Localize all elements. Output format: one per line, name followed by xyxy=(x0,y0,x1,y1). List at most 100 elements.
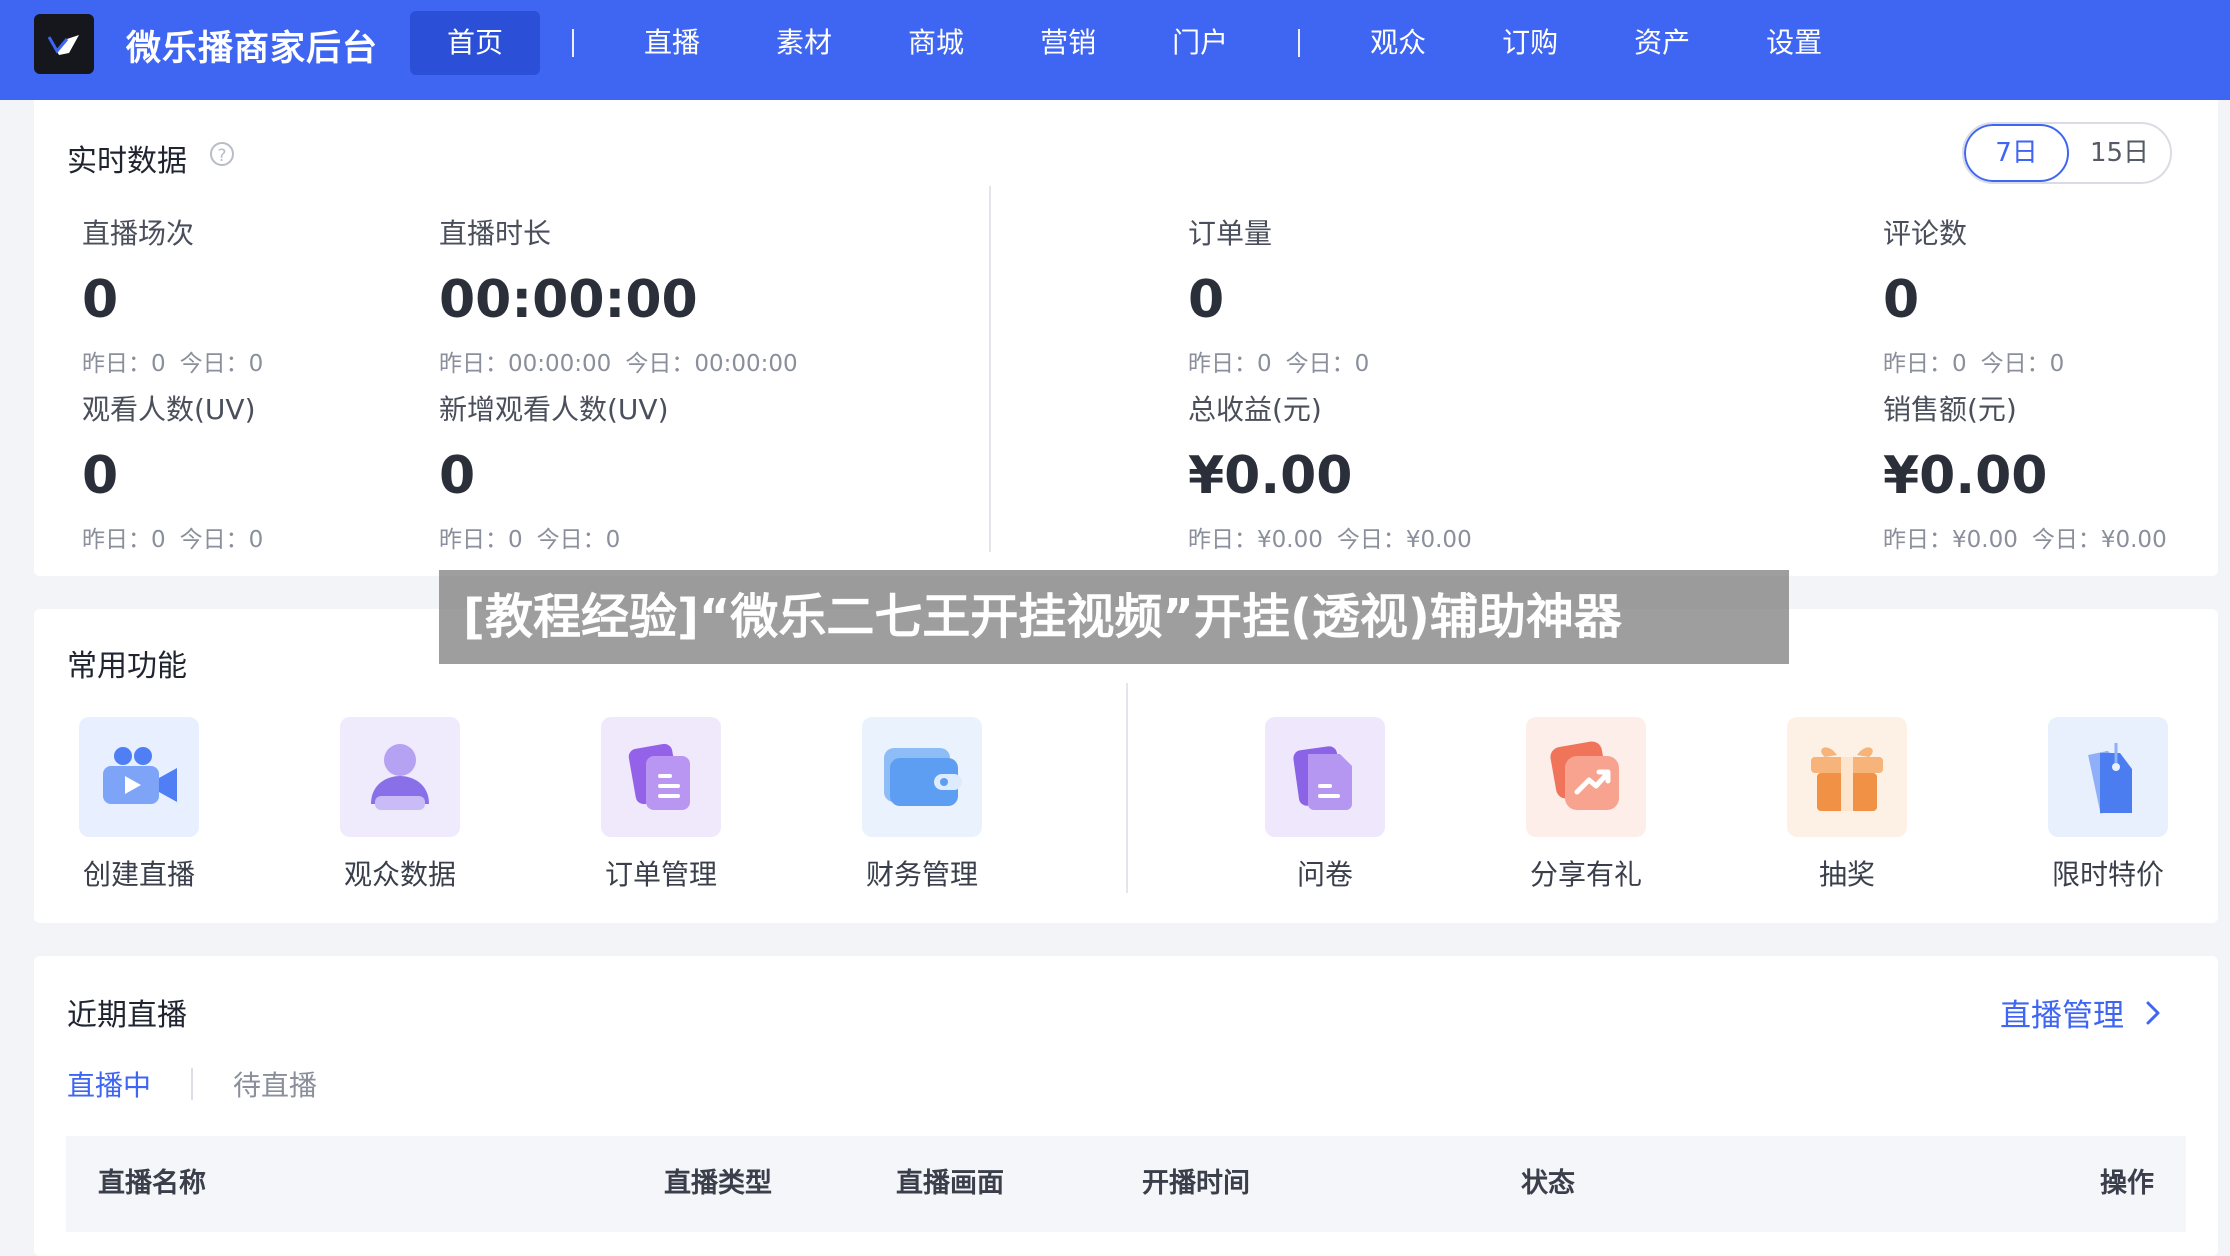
func-audience-data[interactable]: 观众数据 xyxy=(315,717,485,893)
live-status-tabs: 直播中 待直播 xyxy=(67,1064,317,1104)
banner-text: [教程经验]“微乐二七王开挂视频”开挂(透视)辅助神器 xyxy=(463,589,1622,645)
stat-today: 今日：00:00:00 xyxy=(625,351,798,377)
func-finance-management[interactable]: 财务管理 xyxy=(837,717,1007,893)
nav-mall[interactable]: 商城 xyxy=(870,11,1002,75)
live-management-label: 直播管理 xyxy=(2000,998,2124,1034)
brand-title: 微乐播商家后台 xyxy=(126,29,379,69)
wallet-icon xyxy=(862,717,982,837)
func-create-live[interactable]: 创建直播 xyxy=(54,717,224,893)
overlay-banner: [教程经验]“微乐二七王开挂视频”开挂(透视)辅助神器 xyxy=(439,570,1789,664)
func-label: 问卷 xyxy=(1296,858,1353,891)
stat-yesterday: 昨日：0 xyxy=(1883,351,1967,377)
func-label: 创建直播 xyxy=(82,858,195,891)
stat-total-revenue: 总收益(元) ¥0.00 昨日：¥0.00 今日：¥0.00 xyxy=(1188,388,1472,554)
stats-divider xyxy=(989,186,991,552)
stat-new-viewers-uv: 新增观看人数(UV) 0 昨日：0 今日：0 xyxy=(439,388,669,554)
stat-compare: 昨日：00:00:00 今日：00:00:00 xyxy=(439,344,798,378)
nav-assets[interactable]: 资产 xyxy=(1596,11,1728,75)
share-trend-icon xyxy=(1526,717,1646,837)
price-tag-icon xyxy=(2048,717,2168,837)
column-live-screen: 直播画面 xyxy=(896,1168,1004,1199)
stat-label: 观看人数(UV) xyxy=(82,393,256,426)
realtime-data-card: 实时数据 ? 7日 15日 直播场次 0 昨日：0 今日：0 直播时长 00:00… xyxy=(34,100,2218,576)
nav-marketing[interactable]: 营销 xyxy=(1002,11,1134,75)
stat-compare: 昨日：0 今日：0 xyxy=(82,344,263,378)
realtime-title: 实时数据 xyxy=(67,144,187,179)
column-actions: 操作 xyxy=(2100,1168,2154,1199)
nav-separator xyxy=(572,29,575,57)
stat-today: 今日：¥0.00 xyxy=(1336,527,1472,553)
nav-settings[interactable]: 设置 xyxy=(1728,11,1860,75)
func-share-rewards[interactable]: 分享有礼 xyxy=(1501,717,1671,893)
stat-compare: 昨日：0 今日：0 xyxy=(82,520,263,554)
func-label: 观众数据 xyxy=(343,858,456,891)
stat-yesterday: 昨日：0 xyxy=(1188,351,1272,377)
stat-value: ¥0.00 xyxy=(1883,446,2048,506)
func-order-management[interactable]: 订单管理 xyxy=(576,717,746,893)
range-7-days-button[interactable]: 7日 xyxy=(1964,124,2069,182)
stat-label: 评论数 xyxy=(1883,217,1968,250)
stat-yesterday: 昨日：0 xyxy=(82,351,166,377)
stat-label: 总收益(元) xyxy=(1188,393,1322,426)
stat-compare: 昨日：¥0.00 今日：¥0.00 xyxy=(1188,520,1472,554)
stat-label: 直播场次 xyxy=(82,217,195,250)
help-icon[interactable]: ? xyxy=(210,142,234,166)
column-status: 状态 xyxy=(1521,1168,1575,1199)
nav-separator xyxy=(1298,29,1301,57)
stat-comment-count: 评论数 0 昨日：0 今日：0 xyxy=(1883,212,2064,378)
main-nav: 首页 直播 素材 商城 营销 门户 观众 订购 资产 设置 xyxy=(410,11,1860,75)
stat-yesterday: 昨日：¥0.00 xyxy=(1188,527,1323,553)
tab-separator xyxy=(191,1068,194,1100)
column-live-name: 直播名称 xyxy=(98,1168,206,1199)
stat-yesterday: 昨日：0 xyxy=(439,527,523,553)
nav-subscription[interactable]: 订购 xyxy=(1464,11,1596,75)
func-label: 财务管理 xyxy=(865,858,978,891)
func-label: 分享有礼 xyxy=(1529,858,1642,891)
func-label: 抽奖 xyxy=(1818,858,1875,891)
column-live-type: 直播类型 xyxy=(664,1168,772,1199)
func-flash-sale[interactable]: 限时特价 xyxy=(2023,717,2193,893)
stat-viewers-uv: 观看人数(UV) 0 昨日：0 今日：0 xyxy=(82,388,263,554)
stat-today: 今日：0 xyxy=(179,351,264,377)
nav-live[interactable]: 直播 xyxy=(606,11,738,75)
date-range-toggle: 7日 15日 xyxy=(1962,122,2172,184)
logo-mark-icon xyxy=(47,35,79,55)
order-doc-icon xyxy=(601,717,721,837)
stat-compare: 昨日：0 今日：0 xyxy=(1188,344,1369,378)
recent-live-title: 近期直播 xyxy=(67,998,187,1033)
tab-live-now[interactable]: 直播中 xyxy=(67,1064,151,1104)
gift-box-icon xyxy=(1787,717,1907,837)
functions-divider xyxy=(1126,683,1128,893)
stat-live-duration: 直播时长 00:00:00 昨日：00:00:00 今日：00:00:00 xyxy=(439,212,798,378)
stat-label: 销售额(元) xyxy=(1883,393,2017,426)
stat-today: 今日：0 xyxy=(1980,351,2065,377)
stat-today: 今日：0 xyxy=(179,527,264,553)
recent-live-card: 近期直播 直播管理 直播中 待直播 直播名称 直播类型 直播画面 开播时间 状态… xyxy=(34,956,2218,1256)
nav-portal[interactable]: 门户 xyxy=(1134,11,1266,75)
func-survey[interactable]: 问卷 xyxy=(1240,717,1410,893)
stat-order-count: 订单量 0 昨日：0 今日：0 xyxy=(1188,212,1369,378)
live-table-header: 直播名称 直播类型 直播画面 开播时间 状态 操作 xyxy=(66,1136,2186,1232)
nav-home[interactable]: 首页 xyxy=(410,11,541,75)
stat-today: 今日：0 xyxy=(536,527,621,553)
stat-compare: 昨日：¥0.00 今日：¥0.00 xyxy=(1883,520,2167,554)
stat-yesterday: 昨日：00:00:00 xyxy=(439,351,612,377)
stat-yesterday: 昨日：¥0.00 xyxy=(1883,527,2018,553)
range-15-days-button[interactable]: 15日 xyxy=(2069,124,2170,182)
column-start-time: 开播时间 xyxy=(1142,1168,1250,1199)
video-camera-icon xyxy=(79,717,199,837)
stat-today: 今日：¥0.00 xyxy=(2031,527,2167,553)
stat-value: 0 xyxy=(82,446,119,506)
func-lottery[interactable]: 抽奖 xyxy=(1762,717,1932,893)
stat-value: 0 xyxy=(82,270,119,330)
nav-materials[interactable]: 素材 xyxy=(738,11,870,75)
stat-live-sessions: 直播场次 0 昨日：0 今日：0 xyxy=(82,212,263,378)
stat-label: 订单量 xyxy=(1188,217,1273,250)
tab-upcoming[interactable]: 待直播 xyxy=(233,1064,317,1104)
app-logo[interactable] xyxy=(34,14,94,74)
live-management-link[interactable]: 直播管理 xyxy=(2000,990,2168,1035)
stat-compare: 昨日：0 今日：0 xyxy=(1883,344,2064,378)
func-label: 限时特价 xyxy=(2051,858,2164,891)
stat-sales-amount: 销售额(元) ¥0.00 昨日：¥0.00 今日：¥0.00 xyxy=(1883,388,2167,554)
nav-audience[interactable]: 观众 xyxy=(1332,11,1464,75)
